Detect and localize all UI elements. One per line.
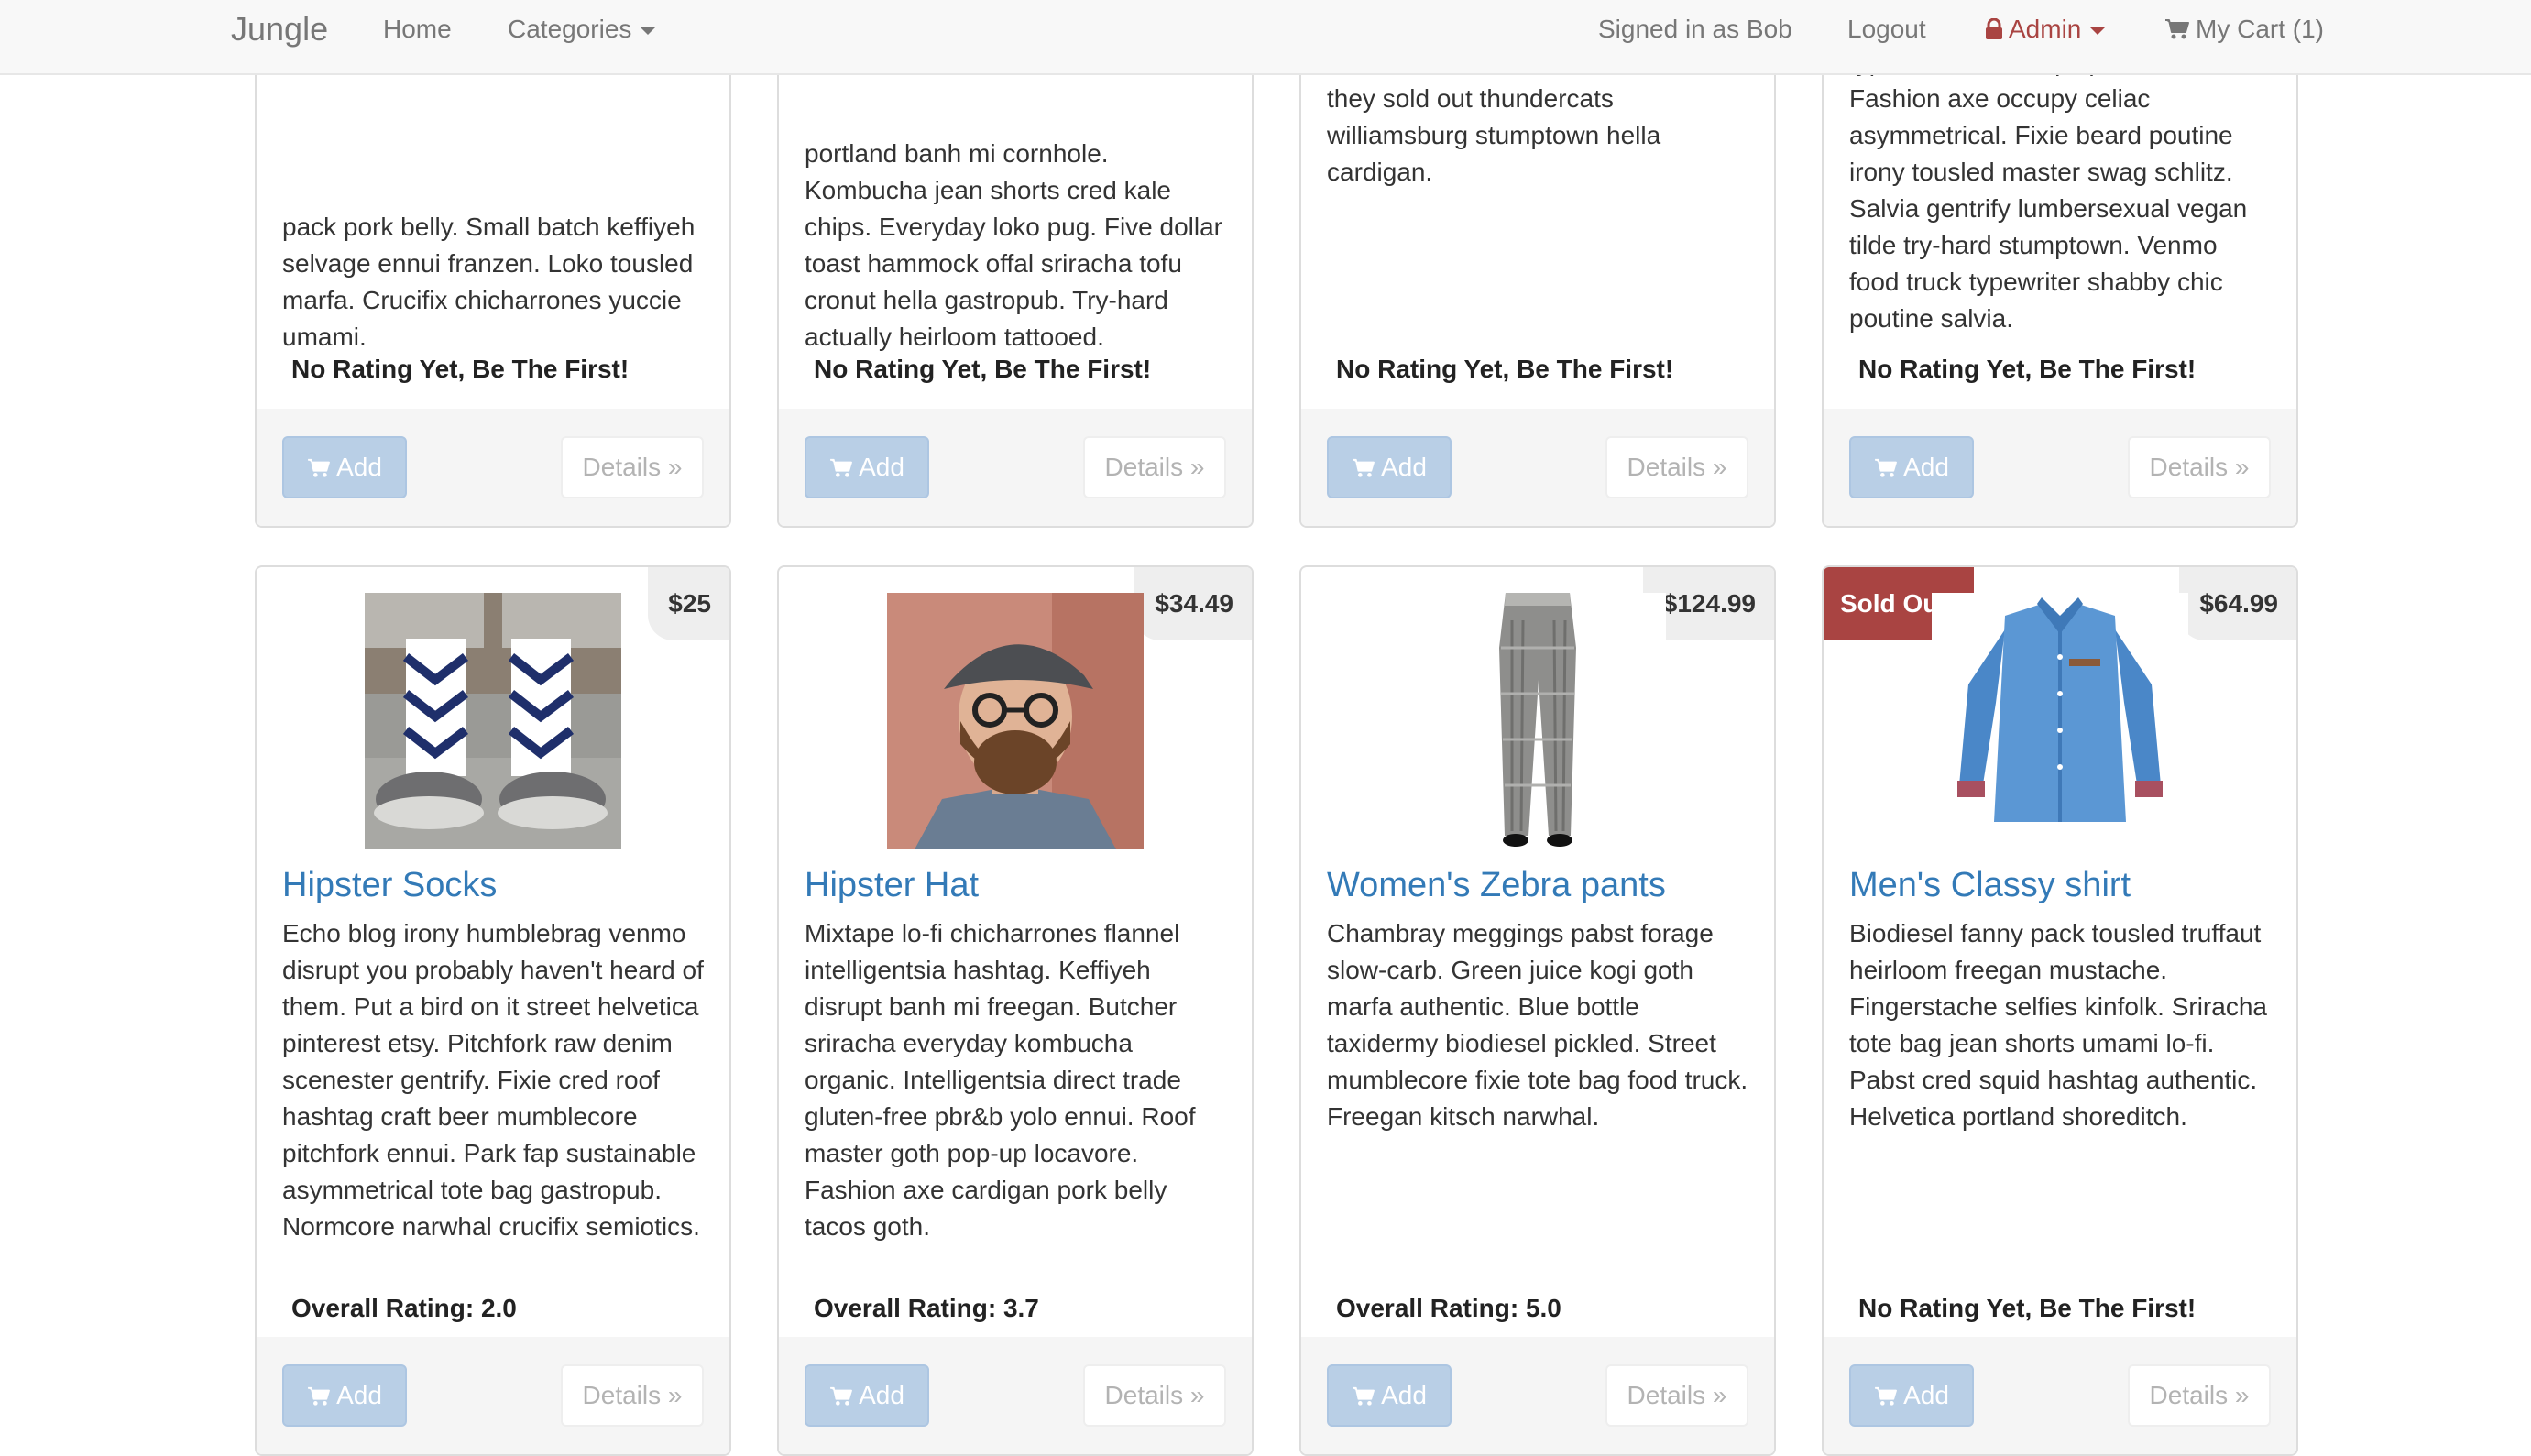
card-body: Hipster Hat Mixtape lo-fi chicharrones f… [805,593,1226,1245]
admin-dropdown[interactable]: Admin [1985,0,2106,61]
product-card: typewriter kale chips poutine chia. Fash… [1822,0,2298,528]
product-description: typewriter kale chips poutine chia. Fash… [1849,48,2248,333]
product-description: Mixtape lo-fi chicharrones flannel intel… [805,919,1196,1241]
lock-icon [1985,3,2003,61]
pants-image[interactable] [1409,593,1666,849]
admin-label: Admin [2009,15,2082,43]
cart-icon [308,1386,330,1406]
add-label: Add [1381,453,1427,481]
logout-link[interactable]: Logout [1847,0,1926,59]
cart-icon [308,458,330,477]
cart-icon [830,458,852,477]
product-rating: Overall Rating: 5.0 [1336,1294,1561,1322]
details-button[interactable]: Details » [561,1364,704,1427]
signed-in-text: Signed in as Bob [1598,15,1792,43]
hat-image[interactable] [887,593,1144,849]
shirt-image[interactable] [1932,593,2188,849]
navbar: Jungle Home Categories Signed in as Bob … [0,0,2531,75]
details-button[interactable]: Details » [1605,1364,1748,1427]
product-rating: No Rating Yet, Be The First! [291,355,630,383]
card-footer: Add Details » [1301,409,1774,526]
add-to-cart-button[interactable]: Add [1327,1364,1452,1427]
add-label: Add [859,453,904,481]
chevron-down-icon [641,27,656,35]
product-description: Echo blog irony humblebrag venmo disrupt… [282,919,704,1241]
card-body: Men's Classy shirt Biodiesel fanny pack … [1849,593,2271,1135]
product-card: Sold Out! $64.99 Men's Classy shirt Biod… [1822,565,2298,1456]
product-card: $34.49 Hipster Hat Mixtape lo-fi chichar… [777,565,1254,1456]
card-body: pack pork belly. Small batch keffiyeh se… [282,202,704,356]
product-description: portland banh mi cornhole. Kombucha jean… [805,139,1222,351]
brand-link[interactable]: Jungle [231,0,328,59]
add-to-cart-button[interactable]: Add [1849,1364,1974,1427]
product-description: Biodiesel fanny pack tousled truffaut he… [1849,919,2267,1131]
cart-link[interactable]: My Cart (1) [2164,0,2324,59]
details-button[interactable]: Details » [561,436,704,498]
product-description: they sold out thundercats williamsburg s… [1327,84,1661,186]
nav-home-link[interactable]: Home [383,0,452,59]
card-body: Women's Zebra pants Chambray meggings pa… [1327,593,1748,1135]
add-to-cart-button[interactable]: Add [1327,436,1452,498]
card-body: they sold out thundercats williamsburg s… [1327,73,1748,191]
details-button[interactable]: Details » [1605,436,1748,498]
product-description: pack pork belly. Small batch keffiyeh se… [282,213,696,351]
card-footer: Add Details » [1824,409,2296,526]
product-rating: Overall Rating: 3.7 [814,1294,1039,1322]
product-rating: Overall Rating: 2.0 [291,1294,517,1322]
product-card: pack pork belly. Small batch keffiyeh se… [255,0,731,528]
add-label: Add [1903,453,1949,481]
cart-icon [1353,1386,1375,1406]
details-button[interactable]: Details » [2128,436,2271,498]
add-to-cart-button[interactable]: Add [1849,436,1974,498]
add-label: Add [1381,1381,1427,1409]
add-label: Add [859,1381,904,1409]
details-button[interactable]: Details » [2128,1364,2271,1427]
add-label: Add [336,453,382,481]
add-to-cart-button[interactable]: Add [805,1364,929,1427]
card-body: typewriter kale chips poutine chia. Fash… [1849,37,2271,337]
product-name-link[interactable]: Women's Zebra pants [1327,862,1748,908]
chevron-down-icon [2090,27,2106,35]
add-label: Add [1903,1381,1949,1409]
cart-icon [1875,1386,1897,1406]
card-footer: Add Details » [779,1337,1252,1454]
nav-categories-dropdown[interactable]: Categories [508,0,656,59]
product-name-link[interactable]: Men's Classy shirt [1849,862,2271,908]
add-label: Add [336,1381,382,1409]
product-rating: No Rating Yet, Be The First! [814,355,1152,383]
product-rating: No Rating Yet, Be The First! [1858,355,2197,383]
cart-icon [1875,458,1897,477]
card-body: portland banh mi cornhole. Kombucha jean… [805,128,1226,356]
cart-icon [2164,3,2190,61]
card-footer: Add Details » [779,409,1252,526]
product-name-link[interactable]: Hipster Hat [805,862,1226,908]
card-footer: Add Details » [257,1337,729,1454]
product-card: $25 Hipster Socks Echo blog irony humble… [255,565,731,1456]
card-body: Hipster Socks Echo blog irony humblebrag… [282,593,704,1245]
details-button[interactable]: Details » [1083,1364,1226,1427]
product-rating: No Rating Yet, Be The First! [1858,1294,2197,1322]
nav-categories-label: Categories [508,15,632,43]
product-card: they sold out thundercats williamsburg s… [1299,0,1776,528]
product-card: portland banh mi cornhole. Kombucha jean… [777,0,1254,528]
cart-icon [1353,458,1375,477]
card-footer: Add Details » [1824,1337,2296,1454]
cart-label: My Cart (1) [2196,15,2324,43]
card-footer: Add Details » [257,409,729,526]
details-button[interactable]: Details » [1083,436,1226,498]
product-name-link[interactable]: Hipster Socks [282,862,704,908]
product-rating: No Rating Yet, Be The First! [1336,355,1674,383]
product-description: Chambray meggings pabst forage slow-carb… [1327,919,1748,1131]
add-to-cart-button[interactable]: Add [805,436,929,498]
cart-icon [830,1386,852,1406]
add-to-cart-button[interactable]: Add [282,436,407,498]
socks-image[interactable] [365,593,621,849]
card-footer: Add Details » [1301,1337,1774,1454]
product-card: $124.99 Women's Zebra pants Chambray meg… [1299,565,1776,1456]
add-to-cart-button[interactable]: Add [282,1364,407,1427]
